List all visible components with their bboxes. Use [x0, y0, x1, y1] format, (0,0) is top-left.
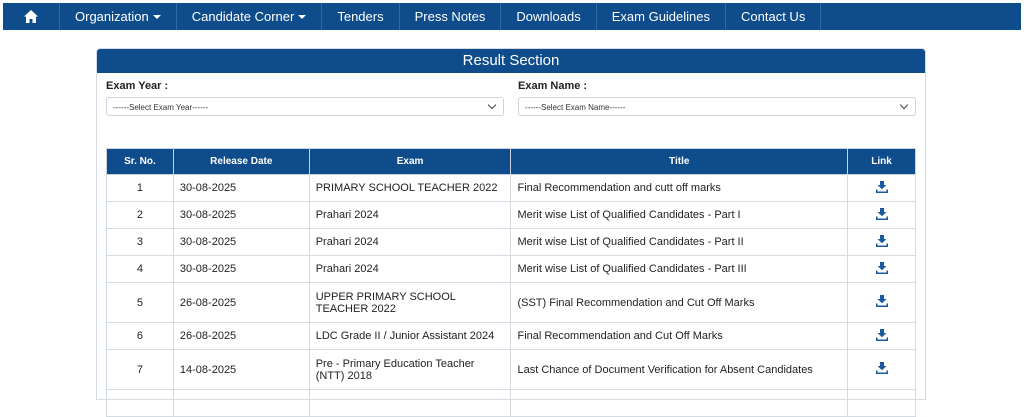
nav-label: Press Notes: [414, 9, 486, 24]
table-row: 7 14-08-2025 Pre - Primary Education Tea…: [106, 349, 916, 390]
exam-year-label: Exam Year :: [106, 80, 169, 92]
caret-down-icon: [152, 14, 161, 19]
cell-date: 30-08-2025: [172, 228, 310, 256]
chevron-down-icon: [487, 100, 497, 110]
cell-title: Final Recommendation and cutt off marks: [510, 174, 849, 202]
cell-title: Merit wise List of Qualified Candidates …: [510, 255, 849, 283]
cell-sr: 5: [106, 282, 174, 323]
cell-sr: 6: [106, 322, 174, 350]
cell-link: [847, 201, 916, 229]
cell-link: [847, 174, 916, 202]
cell-title: Merit wise List of Qualified Candidates …: [510, 228, 849, 256]
caret-down-icon: [298, 14, 307, 19]
nav-press-notes[interactable]: Press Notes: [400, 3, 502, 30]
cell-title: Last Chance of Document Verification for…: [510, 349, 849, 390]
cell-sr: 4: [106, 255, 174, 283]
cell-title: Final Recommendation and Cut Off Marks: [510, 322, 849, 350]
download-icon[interactable]: [875, 180, 888, 193]
header-link: Link: [847, 148, 916, 175]
cell-link: [847, 349, 916, 390]
cell-exam: Prahari 2024: [308, 201, 512, 229]
cell-link: [847, 228, 916, 256]
panel-title: Result Section: [97, 49, 925, 73]
cell-date: 26-08-2025: [172, 282, 310, 323]
cell-exam: UPPER PRIMARY SCHOOL TEACHER 2022: [308, 282, 512, 323]
nav-downloads[interactable]: Downloads: [501, 3, 597, 30]
cell-exam: LDC Grade II / Junior Assistant 2024: [308, 322, 512, 350]
nav-candidate-corner[interactable]: Candidate Corner: [177, 3, 323, 30]
table-row: 6 26-08-2025 LDC Grade II / Junior Assis…: [106, 322, 916, 350]
download-icon[interactable]: [875, 261, 888, 274]
cell-title: (SST) Final Recommendation and Cut Off M…: [510, 282, 849, 323]
nav-organization[interactable]: Organization: [60, 3, 177, 30]
cell-exam: PRIMARY SCHOOL TEACHER 2022: [308, 174, 512, 202]
home-icon[interactable]: [3, 3, 60, 30]
cell-exam: Pre - Primary Education Teacher (NTT) 20…: [308, 349, 512, 390]
results-table: Sr. No. Release Date Exam Title Link 1 3…: [106, 148, 916, 417]
cell-sr: 7: [106, 349, 174, 390]
download-icon[interactable]: [875, 295, 888, 307]
cell-date: 26-08-2025: [172, 322, 310, 350]
table-header-row: Sr. No. Release Date Exam Title Link: [106, 148, 916, 175]
nav-tenders[interactable]: Tenders: [322, 3, 400, 30]
cell-empty: [172, 389, 310, 417]
nav-exam-guidelines[interactable]: Exam Guidelines: [597, 3, 727, 30]
exam-name-label: Exam Name :: [518, 80, 588, 92]
nav-label: Downloads: [516, 9, 581, 24]
exam-year-value: ------Select Exam Year------: [113, 103, 209, 112]
nav-label: Exam Guidelines: [611, 9, 711, 24]
nav-label: Tenders: [337, 9, 384, 24]
cell-date: 30-08-2025: [172, 174, 310, 202]
download-icon[interactable]: [875, 362, 888, 374]
nav-label: Contact Us: [741, 9, 806, 24]
exam-name-value: ------Select Exam Name------: [525, 103, 626, 112]
cell-empty: [847, 389, 916, 417]
download-icon[interactable]: [875, 328, 888, 341]
cell-link: [847, 282, 916, 323]
download-icon[interactable]: [875, 234, 888, 247]
nav-label: Candidate Corner: [191, 9, 295, 24]
top-navbar: Organization Candidate Corner Tenders Pr…: [3, 3, 1021, 30]
chevron-down-icon: [899, 100, 909, 110]
cell-sr: 2: [106, 201, 174, 229]
cell-title: Merit wise List of Qualified Candidates …: [510, 201, 849, 229]
table-row: [106, 389, 916, 417]
cell-link: [847, 255, 916, 283]
table-row: 5 26-08-2025 UPPER PRIMARY SCHOOL TEACHE…: [106, 282, 916, 323]
table-row: 4 30-08-2025 Prahari 2024 Merit wise Lis…: [106, 255, 916, 283]
table-row: 3 30-08-2025 Prahari 2024 Merit wise Lis…: [106, 228, 916, 256]
exam-name-select[interactable]: ------Select Exam Name------: [518, 97, 916, 116]
cell-empty: [510, 389, 849, 417]
nav-contact-us[interactable]: Contact Us: [726, 3, 822, 30]
table-row: 2 30-08-2025 Prahari 2024 Merit wise Lis…: [106, 201, 916, 229]
header-release-date: Release Date: [172, 148, 310, 175]
cell-empty: [308, 389, 512, 417]
table-row: 1 30-08-2025 PRIMARY SCHOOL TEACHER 2022…: [106, 174, 916, 202]
cell-empty: [106, 389, 174, 417]
cell-exam: Prahari 2024: [308, 255, 512, 283]
nav-label: Organization: [75, 9, 149, 24]
result-section-panel: Result Section Exam Year : ------Select …: [96, 48, 926, 417]
header-title: Title: [510, 148, 849, 175]
cell-date: 14-08-2025: [172, 349, 310, 390]
download-icon[interactable]: [875, 207, 888, 220]
cell-date: 30-08-2025: [172, 255, 310, 283]
cell-link: [847, 322, 916, 350]
cell-sr: 1: [106, 174, 174, 202]
cell-sr: 3: [106, 228, 174, 256]
header-sr-no: Sr. No.: [106, 148, 174, 175]
cell-date: 30-08-2025: [172, 201, 310, 229]
cell-exam: Prahari 2024: [308, 228, 512, 256]
header-exam: Exam: [308, 148, 512, 175]
exam-year-select[interactable]: ------Select Exam Year------: [106, 97, 504, 116]
